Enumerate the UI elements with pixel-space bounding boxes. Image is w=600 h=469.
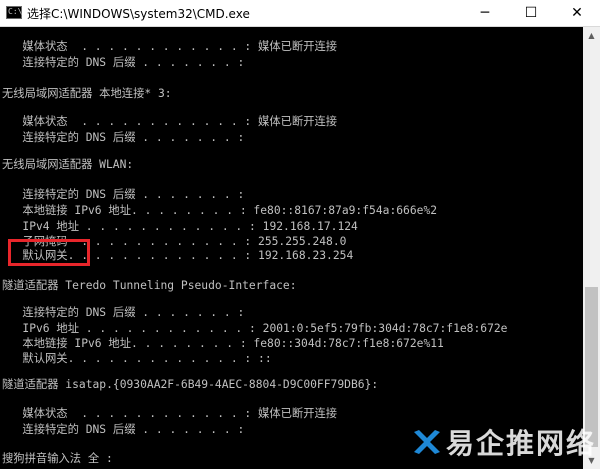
console-line: 连接特定的 DNS 后缀 . . . . . . . :	[2, 306, 245, 319]
console-line: 无线局域网适配器 WLAN:	[2, 158, 134, 171]
console-line: 媒体状态 . . . . . . . . . . . . : 媒体已断开连接	[2, 40, 338, 53]
console-line: 媒体状态 . . . . . . . . . . . . : 媒体已断开连接	[2, 115, 338, 128]
minimize-button[interactable]: ─	[462, 0, 508, 26]
console-line: 连接特定的 DNS 后缀 . . . . . . . :	[2, 56, 245, 69]
console-output[interactable]: 媒体状态 . . . . . . . . . . . . : 媒体已断开连接 连…	[0, 27, 583, 469]
watermark: 易企推网络	[410, 418, 594, 464]
console-line: 隧道适配器 isatap.{0930AA2F-6B49-4AEC-8804-D9…	[2, 378, 379, 391]
console-line: IPv4 地址 . . . . . . . . . . . . : 192.16…	[2, 220, 358, 233]
default-gateway-highlight	[8, 239, 90, 266]
maximize-button[interactable]: ☐	[508, 0, 554, 26]
watermark-text: 易企推网络	[446, 427, 597, 460]
window-title: 选择C:\WINDOWS\system32\CMD.exe	[27, 7, 250, 21]
title-bar[interactable]: C:\ 选择C:\WINDOWS\system32\CMD.exe ─ ☐ ✕	[0, 0, 600, 27]
close-button[interactable]: ✕	[554, 0, 600, 26]
console-line: 连接特定的 DNS 后缀 . . . . . . . :	[2, 131, 245, 144]
console-line: 本地链接 IPv6 地址. . . . . . . . : fe80::8167…	[2, 204, 438, 217]
prompt-glyph: C:\	[8, 7, 23, 16]
console-line-ime-status: 搜狗拼音输入法 全 :	[2, 452, 113, 465]
vertical-scrollbar[interactable]: ▲ ▼	[583, 27, 600, 469]
cmd-icon[interactable]: C:\	[6, 6, 22, 19]
console-line: 连接特定的 DNS 后缀 . . . . . . . :	[2, 423, 245, 436]
scroll-up-arrow-icon[interactable]: ▲	[583, 27, 600, 44]
console-line: 媒体状态 . . . . . . . . . . . . : 媒体已断开连接	[2, 407, 338, 420]
console-line: 默认网关. . . . . . . . . . . . . : ::	[2, 352, 272, 365]
console-line: 本地链接 IPv6 地址. . . . . . . . : fe80::304d…	[2, 337, 444, 350]
console-line: IPv6 地址 . . . . . . . . . . . . : 2001:0…	[2, 322, 508, 335]
console-line: 连接特定的 DNS 后缀 . . . . . . . :	[2, 188, 245, 201]
console-line: 隧道适配器 Teredo Tunneling Pseudo-Interface:	[2, 279, 297, 292]
watermark-logo-icon	[414, 430, 440, 454]
cmd-window: C:\ 选择C:\WINDOWS\system32\CMD.exe ─ ☐ ✕ …	[0, 0, 600, 469]
console-line: 无线局域网适配器 本地连接* 3:	[2, 87, 172, 100]
